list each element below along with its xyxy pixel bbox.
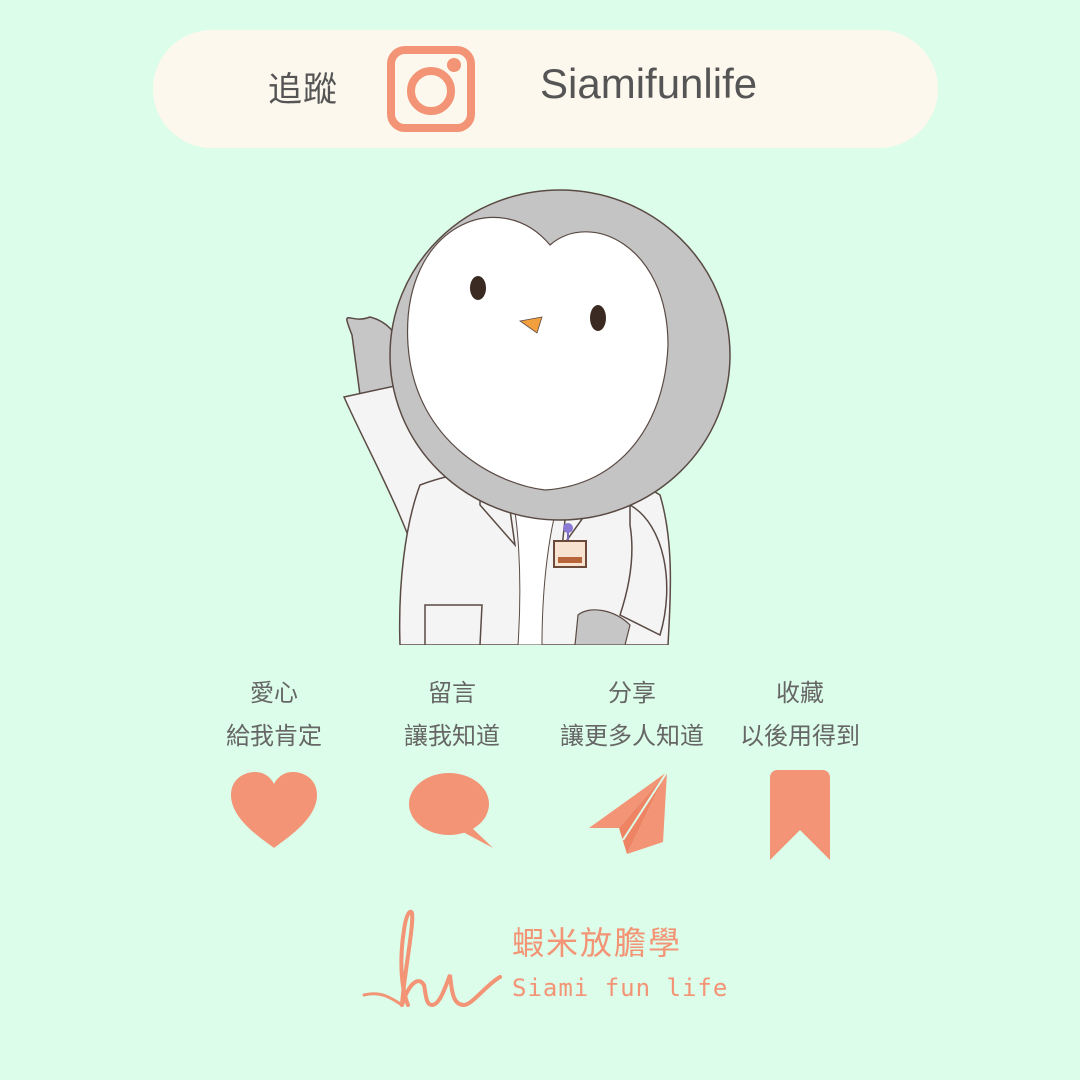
like-action[interactable]: 愛心 給我肯定: [184, 672, 364, 850]
like-subtitle: 給我肯定: [226, 722, 322, 750]
heart-icon[interactable]: [229, 770, 319, 850]
like-title: 愛心: [250, 679, 298, 707]
save-action[interactable]: 收藏 以後用得到: [710, 672, 890, 862]
share-action[interactable]: 分享 讓更多人知道: [542, 672, 722, 856]
penguin-doctor-illustration: [342, 189, 731, 645]
instagram-icon[interactable]: [387, 46, 475, 132]
save-subtitle: 以後用得到: [740, 722, 860, 750]
brand-name-chinese: 蝦米放膽學: [512, 924, 683, 962]
comment-subtitle: 讓我知道: [404, 722, 500, 750]
follow-label: 追蹤: [268, 70, 338, 110]
save-title: 收藏: [776, 679, 824, 707]
bookmark-icon[interactable]: [768, 770, 832, 862]
paper-plane-icon[interactable]: [587, 770, 677, 856]
instagram-handle[interactable]: Siamifunlife: [540, 60, 757, 108]
share-title: 分享: [608, 679, 656, 707]
speech-bubble-icon[interactable]: [407, 770, 497, 850]
brand-name-english: Siami fun life: [512, 974, 729, 1002]
action-row: 愛心 給我肯定 留言 讓我知道 分享 讓更多人知道 收藏 以後用得到: [0, 672, 1080, 872]
comment-title: 留言: [428, 679, 476, 707]
comment-action[interactable]: 留言 讓我知道: [362, 672, 542, 850]
share-subtitle: 讓更多人知道: [560, 722, 704, 750]
